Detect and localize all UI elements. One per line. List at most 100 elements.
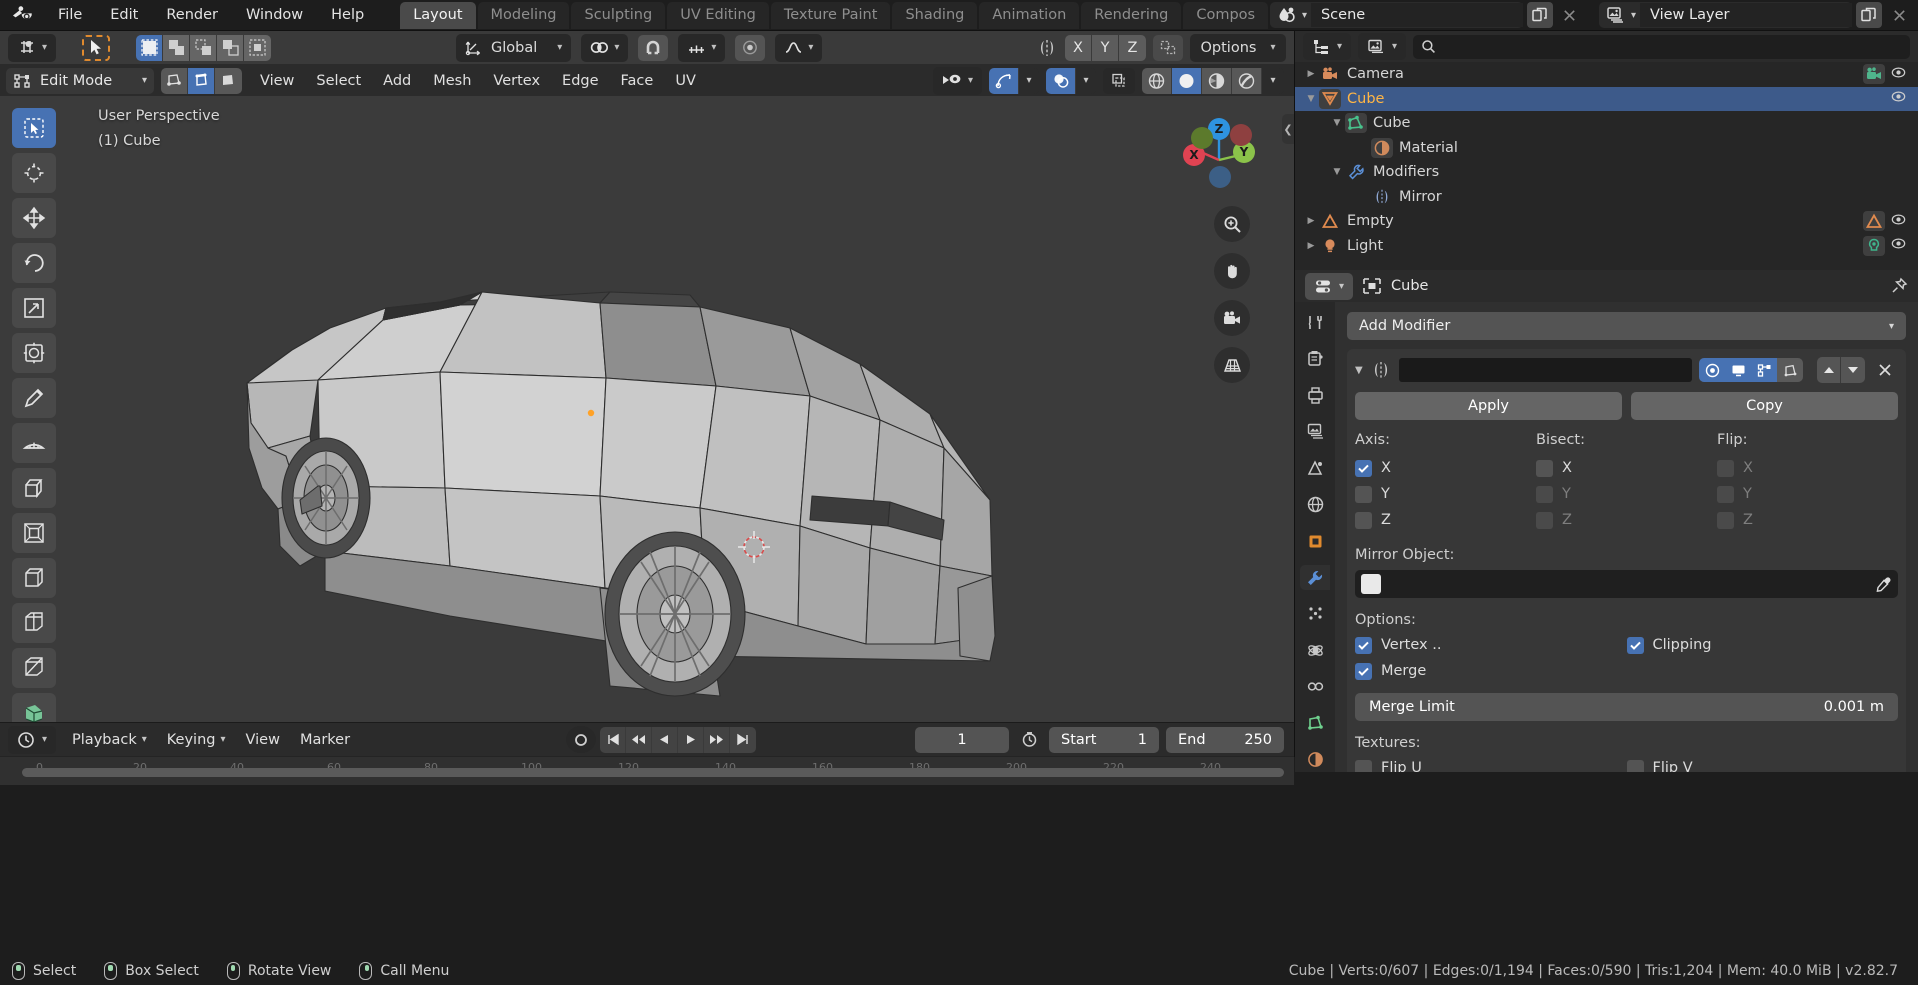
select-mode-group[interactable] bbox=[136, 35, 271, 61]
visibility-eye-icon[interactable]: ▾ bbox=[933, 67, 982, 95]
mirror-axis-group[interactable]: X Y Z bbox=[1065, 35, 1146, 61]
visibility-eye-icon[interactable] bbox=[1891, 66, 1906, 83]
timeline-menu-keying[interactable]: Keying▾ bbox=[157, 727, 236, 753]
workspace-tab-animation[interactable]: Animation bbox=[979, 2, 1079, 29]
move-up-icon[interactable] bbox=[1817, 357, 1841, 383]
checkbox[interactable] bbox=[1536, 486, 1553, 503]
play-reverse-icon[interactable] bbox=[652, 727, 678, 753]
viewport-menu-face[interactable]: Face bbox=[610, 68, 665, 94]
move-down-icon[interactable] bbox=[1841, 357, 1865, 383]
copy-button[interactable]: Copy bbox=[1631, 392, 1898, 420]
timeline-scrollbar[interactable] bbox=[22, 768, 1284, 777]
gizmo-axis-neg-z[interactable] bbox=[1209, 166, 1231, 188]
rendered-icon[interactable] bbox=[1232, 68, 1262, 94]
remove-modifier-button[interactable] bbox=[1872, 363, 1898, 377]
proportional-edit-icon[interactable] bbox=[735, 35, 765, 61]
snap-magnet-icon[interactable] bbox=[638, 35, 668, 61]
workspace-tab-sculpting[interactable]: Sculpting bbox=[571, 2, 665, 29]
viewport-menu-edge[interactable]: Edge bbox=[551, 68, 610, 94]
wireframe-icon[interactable] bbox=[1142, 68, 1172, 94]
tool-tab-icon[interactable] bbox=[1300, 310, 1330, 334]
top-menu-help[interactable]: Help bbox=[317, 3, 378, 27]
outliner-row-mirror[interactable]: Mirror bbox=[1295, 185, 1918, 210]
viewport-menu-select[interactable]: Select bbox=[305, 68, 372, 94]
render-tab-icon[interactable] bbox=[1300, 346, 1330, 370]
mirror-axis-x[interactable]: X bbox=[1065, 35, 1092, 61]
mirror-checkbox-row[interactable]: X bbox=[1717, 455, 1898, 481]
mirror-axis-y[interactable]: Y bbox=[1092, 35, 1119, 61]
auto-keying-record-icon[interactable] bbox=[566, 726, 596, 753]
checkbox[interactable] bbox=[1536, 512, 1553, 529]
mirror-checkbox-row[interactable]: Z bbox=[1717, 507, 1898, 533]
outliner-row-cube[interactable]: ▼Cube bbox=[1295, 87, 1918, 112]
expand-triangle-icon[interactable]: ▼ bbox=[1329, 118, 1345, 128]
empty-data-icon[interactable] bbox=[1863, 211, 1885, 231]
scene-selector[interactable]: ▾ Scene bbox=[1270, 2, 1523, 28]
xray-icon[interactable] bbox=[1103, 68, 1135, 94]
material-preview-icon[interactable] bbox=[1202, 68, 1232, 94]
top-menu-edit[interactable]: Edit bbox=[96, 3, 152, 27]
sidebar-toggle-icon[interactable]: ❮ bbox=[1282, 114, 1294, 144]
object-tab-icon[interactable] bbox=[1300, 529, 1330, 553]
output-tab-icon[interactable] bbox=[1300, 383, 1330, 407]
workspace-tab-layout[interactable]: Layout bbox=[400, 2, 475, 29]
outliner-row-light[interactable]: ▶Light bbox=[1295, 234, 1918, 259]
outliner-display-mode-icon[interactable]: ▾ bbox=[1303, 33, 1351, 60]
expand-triangle-icon[interactable]: ▶ bbox=[1303, 216, 1319, 226]
overlays-dropdown[interactable]: ▾ bbox=[1076, 68, 1096, 94]
checkbox[interactable] bbox=[1355, 460, 1372, 477]
expand-triangle-icon[interactable]: ▶ bbox=[1303, 241, 1319, 251]
pivot-point-dropdown[interactable]: ▾ bbox=[581, 34, 628, 62]
constraints-tab-icon[interactable] bbox=[1300, 675, 1330, 699]
gizmo-axis-neg-x[interactable] bbox=[1230, 124, 1252, 146]
timeline-editor-icon[interactable]: ▾ bbox=[8, 726, 56, 754]
face-select-icon[interactable] bbox=[215, 68, 242, 94]
checkbox[interactable] bbox=[1355, 637, 1372, 654]
visibility-eye-icon[interactable] bbox=[1891, 237, 1906, 254]
mirror-texture-flip-v[interactable]: Flip V bbox=[1627, 755, 1899, 772]
realtime-display-icon[interactable] bbox=[1751, 358, 1777, 382]
checkbox[interactable] bbox=[1355, 663, 1372, 680]
options-dropdown[interactable]: Options ▾ bbox=[1190, 34, 1286, 62]
top-menu-file[interactable]: File bbox=[44, 3, 96, 27]
workspace-tab-modeling[interactable]: Modeling bbox=[478, 2, 570, 29]
viewport-menu-add[interactable]: Add bbox=[372, 68, 422, 94]
outliner-row-material[interactable]: Material bbox=[1295, 136, 1918, 161]
zoom-icon[interactable] bbox=[1214, 206, 1250, 242]
select-intersect-icon[interactable] bbox=[244, 35, 271, 61]
mirror-checkbox-row[interactable]: X bbox=[1355, 455, 1536, 481]
visibility-eye-icon[interactable] bbox=[1891, 90, 1906, 107]
select-difference-icon[interactable] bbox=[217, 35, 244, 61]
checkbox[interactable] bbox=[1717, 512, 1734, 529]
car-mesh-object[interactable] bbox=[0, 96, 1294, 722]
proportional-falloff-dropdown[interactable]: ▾ bbox=[775, 34, 822, 62]
jump-start-icon[interactable] bbox=[600, 727, 626, 753]
mirror-checkbox-row[interactable]: X bbox=[1536, 455, 1717, 481]
object-data-tab-icon[interactable] bbox=[1300, 711, 1330, 735]
shading-dropdown[interactable]: ▾ bbox=[1262, 68, 1284, 94]
checkbox[interactable] bbox=[1536, 460, 1553, 477]
new-view-layer-button[interactable] bbox=[1856, 2, 1882, 28]
timeline-menu-view[interactable]: View bbox=[236, 727, 290, 753]
blender-logo-icon[interactable] bbox=[0, 5, 44, 25]
mirror-checkbox-row[interactable]: Y bbox=[1717, 481, 1898, 507]
camera-data-icon[interactable] bbox=[1863, 64, 1885, 84]
mirror-checkbox-row[interactable]: Z bbox=[1355, 507, 1536, 533]
render-display-icon[interactable] bbox=[1777, 358, 1803, 382]
current-frame-field[interactable]: 1 bbox=[915, 727, 1009, 753]
mirror-texture-flip-u[interactable]: Flip U bbox=[1355, 755, 1627, 772]
viewport-menu-mesh[interactable]: Mesh bbox=[422, 68, 482, 94]
mirror-object-field[interactable] bbox=[1355, 570, 1898, 598]
checkbox[interactable] bbox=[1717, 486, 1734, 503]
editor-type-icon[interactable]: ▾ bbox=[8, 34, 56, 62]
expand-triangle-icon[interactable]: ▶ bbox=[1303, 69, 1319, 79]
mirror-option-vertex[interactable]: Vertex .. bbox=[1355, 632, 1627, 658]
end-frame-field[interactable]: End 250 bbox=[1166, 727, 1284, 753]
workspace-tab-compos[interactable]: Compos bbox=[1183, 2, 1268, 29]
transform-orientation-dropdown[interactable]: Global ▾ bbox=[456, 34, 571, 62]
modifier-name-field[interactable] bbox=[1399, 358, 1692, 382]
mesh-select-mode-group[interactable] bbox=[161, 68, 242, 94]
outliner-filter-icon[interactable]: ▾ bbox=[1358, 33, 1406, 60]
eyedropper-icon[interactable] bbox=[1875, 576, 1892, 593]
workspace-tab-rendering[interactable]: Rendering bbox=[1081, 2, 1181, 29]
